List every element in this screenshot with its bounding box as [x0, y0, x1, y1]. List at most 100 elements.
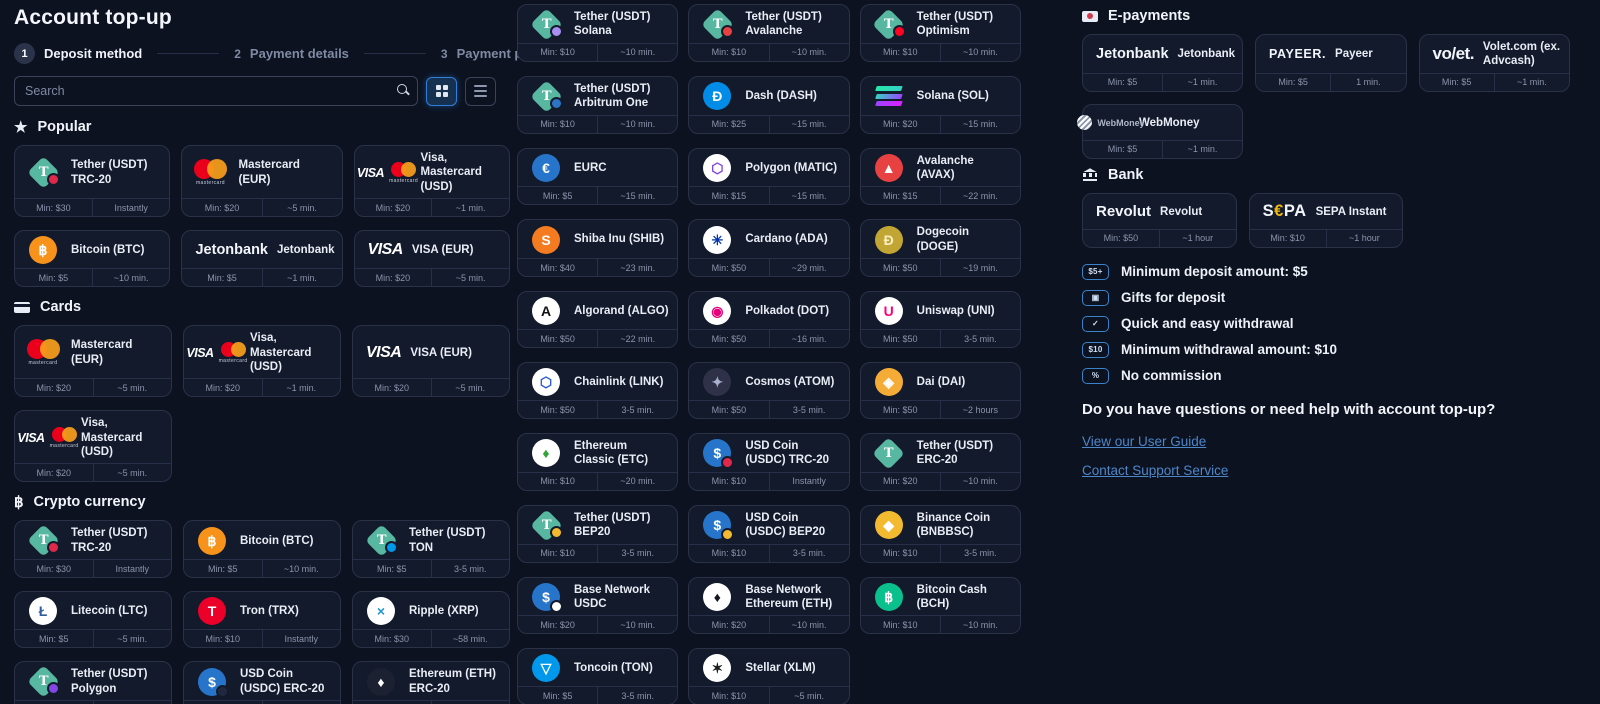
tile-tether-usdt-trc-20[interactable]: TTether (USDT) TRC-20Min: $30Instantly — [14, 145, 170, 217]
step-deposit-method[interactable]: 1 Deposit method — [14, 43, 142, 64]
tile-tether-usdt-trc-20[interactable]: TTether (USDT) TRC-20Min: $30Instantly — [14, 520, 172, 578]
tile-name: Ethereum (ETH) ERC-20 — [409, 667, 504, 696]
tile-visa-eur[interactable]: VISAVISA (EUR)Min: $20~5 min. — [354, 230, 510, 287]
page-title: Account top-up — [14, 6, 510, 30]
step-payment-details[interactable]: 2 Payment details — [234, 46, 349, 61]
tile-name: Binance Coin (BNBBSC) — [917, 511, 1015, 540]
section-header-bank: Bank — [1082, 167, 1570, 183]
tile-polkadot-dot[interactable]: ◉Polkadot (DOT)Min: $50~16 min. — [688, 291, 849, 348]
tile-avalanche-avax[interactable]: ▲Avalanche (AVAX)Min: $15~22 min. — [860, 148, 1021, 206]
tile-tether-usdt-optimism[interactable]: TTether (USDT) OptimismMin: $10~10 min. — [860, 4, 1021, 62]
tile-webmoney[interactable]: WebMoneyWebMoneyMin: $5~1 min. — [1082, 104, 1243, 159]
tile-jetonbank[interactable]: JetonbankJetonbankMin: $5~1 min. — [181, 230, 342, 287]
tile-min-amount: Min: $10 — [1250, 230, 1326, 247]
tile-tether-usdt-avalanche[interactable]: TTether (USDT) AvalancheMin: $10~10 min. — [688, 4, 849, 62]
grid-view-icon — [436, 85, 448, 97]
tile-eurc[interactable]: €EURCMin: $5~15 min. — [517, 148, 678, 206]
tile-processing-time: ~10 min. — [769, 616, 849, 633]
benefit-text: Quick and easy withdrawal — [1121, 316, 1294, 331]
tile-dash-dash[interactable]: ÐDash (DASH)Min: $25~15 min. — [688, 76, 849, 134]
tile-min-amount: Min: $5 — [15, 269, 92, 286]
tile-processing-time: ~5 min. — [93, 630, 172, 647]
base-network-ethereum-eth-icon: ♦ — [689, 583, 745, 611]
tile-chainlink-link[interactable]: ⬡Chainlink (LINK)Min: $503-5 min. — [517, 362, 678, 419]
tile-litecoin-ltc[interactable]: ŁLitecoin (LTC)Min: $5~5 min. — [14, 591, 172, 648]
tile-shiba-inu-shib[interactable]: SShiba Inu (SHIB)Min: $40~23 min. — [517, 219, 678, 277]
tile-name: Dai (DAI) — [917, 375, 968, 389]
tile-name: Bitcoin (BTC) — [240, 534, 315, 548]
tile-tether-usdt-erc-20[interactable]: TTether (USDT) ERC-20Min: $20~10 min. — [860, 433, 1021, 491]
tile-visa-mastercard-usd[interactable]: VISAmastercardVisa, Mastercard (USD)Min:… — [354, 145, 510, 217]
tile-name: VISA (EUR) — [410, 346, 474, 360]
tile-binance-coin-bnbbsc[interactable]: ◆Binance Coin (BNBBSC)Min: $103-5 min. — [860, 505, 1021, 563]
list-view-button[interactable] — [465, 77, 496, 106]
user-guide-link[interactable]: View our User Guide — [1082, 434, 1206, 449]
tile-processing-time: ~29 min. — [769, 259, 849, 276]
tile-processing-time: 1 min. — [1330, 74, 1405, 91]
tile-name: Tron (TRX) — [240, 604, 301, 618]
tile-tron-trx[interactable]: TTron (TRX)Min: $10Instantly — [183, 591, 341, 648]
tile-visa-mastercard-usd[interactable]: VISAmastercardVisa, Mastercard (USD)Min:… — [183, 325, 341, 397]
tile-min-amount: Min: $10 — [518, 44, 597, 61]
tile-volet-com-ex-advcash[interactable]: vo/et.Volet.com (ex. Advcash)Min: $5~1 m… — [1419, 34, 1570, 92]
tile-cardano-ada[interactable]: ✳Cardano (ADA)Min: $50~29 min. — [688, 219, 849, 277]
tile-usd-coin-usdc-trc-20[interactable]: $USD Coin (USDC) TRC-20Min: $10Instantly — [688, 433, 849, 491]
usd-coin-usdc-bep20-icon: $ — [689, 511, 745, 539]
benefit-text: No commission — [1121, 368, 1222, 383]
tile-min-amount: Min: $5 — [1083, 141, 1162, 158]
tile-mastercard-eur[interactable]: mastercardMastercard (EUR)Min: $20~5 min… — [181, 145, 342, 217]
tile-uniswap-uni[interactable]: UUniswap (UNI)Min: $503-5 min. — [860, 291, 1021, 348]
tile-tether-usdt-bep20[interactable]: TTether (USDT) BEP20Min: $103-5 min. — [517, 505, 678, 563]
tile-base-network-usdc[interactable]: $Base Network USDCMin: $20~10 min. — [517, 577, 678, 635]
tile-bitcoin-btc[interactable]: ฿Bitcoin (BTC)Min: $5~10 min. — [183, 520, 341, 578]
tile-name: Tether (USDT) BEP20 — [574, 511, 672, 540]
uniswap-uni-icon: U — [861, 297, 917, 325]
tile-jetonbank[interactable]: JetonbankJetonbankMin: $5~1 min. — [1082, 34, 1243, 92]
tile-usd-coin-usdc-erc-20[interactable]: $USD Coin (USDC) ERC-20Min: $20~10 min. — [183, 661, 341, 704]
tile-polygon-matic[interactable]: ⬡Polygon (MATIC)Min: $15~15 min. — [688, 148, 849, 206]
tile-toncoin-ton[interactable]: ▽Toncoin (TON)Min: $53-5 min. — [517, 648, 678, 704]
tile-dogecoin-doge[interactable]: ÐDogecoin (DOGE)Min: $50~19 min. — [860, 219, 1021, 277]
tile-processing-time: ~5 min. — [431, 269, 509, 286]
tile-tether-usdt-ton[interactable]: TTether (USDT) TONMin: $53-5 min. — [352, 520, 510, 578]
tile-name: USD Coin (USDC) TRC-20 — [745, 439, 843, 468]
tile-min-amount: Min: $50 — [689, 401, 768, 418]
tile-processing-time: 3-5 min. — [769, 401, 849, 418]
tile-base-network-ethereum-eth[interactable]: ♦Base Network Ethereum (ETH)Min: $20~10 … — [688, 577, 849, 635]
tile-stellar-xlm[interactable]: ✶Stellar (XLM)Min: $10~5 min. — [688, 648, 849, 704]
tile-visa-eur[interactable]: VISAVISA (EUR)Min: $20~5 min. — [352, 325, 510, 397]
tile-processing-time: ~23 min. — [597, 259, 677, 276]
search-input[interactable] — [14, 76, 418, 106]
tile-tether-usdt-solana[interactable]: TTether (USDT) SolanaMin: $10~10 min. — [517, 4, 678, 62]
chainlink-link-icon: ⬡ — [518, 368, 574, 396]
tile-tether-usdt-polygon[interactable]: TTether (USDT) PolygonMin: $10~10 min. — [14, 661, 172, 704]
tile-ripple-xrp[interactable]: ×Ripple (XRP)Min: $30~58 min. — [352, 591, 510, 648]
tile-solana-sol[interactable]: Solana (SOL)Min: $20~15 min. — [860, 76, 1021, 134]
section-header-cards: Cards — [14, 299, 510, 315]
tile-tether-usdt-arbitrum-one[interactable]: TTether (USDT) Arbitrum OneMin: $10~10 m… — [517, 76, 678, 134]
grid-view-button[interactable] — [426, 77, 457, 106]
tile-sepa-instant[interactable]: S€PASEPA InstantMin: $10~1 hour — [1249, 193, 1404, 248]
tile-name: Tether (USDT) Arbitrum One — [574, 82, 672, 111]
polygon-matic-icon: ⬡ — [689, 154, 745, 182]
tile-bitcoin-btc[interactable]: ฿Bitcoin (BTC)Min: $5~10 min. — [14, 230, 170, 287]
tile-revolut[interactable]: RevolutRevolutMin: $50~1 hour — [1082, 193, 1237, 248]
tile-bitcoin-cash-bch[interactable]: ฿Bitcoin Cash (BCH)Min: $10~10 min. — [860, 577, 1021, 635]
tile-name: USD Coin (USDC) BEP20 — [745, 511, 843, 540]
tile-algorand-algo[interactable]: AAlgorand (ALGO)Min: $50~22 min. — [517, 291, 678, 348]
tile-usd-coin-usdc-bep20[interactable]: $USD Coin (USDC) BEP20Min: $103-5 min. — [688, 505, 849, 563]
tile-dai-dai[interactable]: ◈Dai (DAI)Min: $50~2 hours — [860, 362, 1021, 419]
tile-visa-mastercard-usd[interactable]: VISAmastercardVisa, Mastercard (USD)Min:… — [14, 410, 172, 482]
support-link[interactable]: Contact Support Service — [1082, 463, 1228, 478]
star-icon: ★ — [14, 120, 27, 135]
tile-min-amount: Min: $10 — [518, 473, 597, 490]
tile-ethereum-classic-etc[interactable]: ♦Ethereum Classic (ETC)Min: $10~20 min. — [517, 433, 678, 491]
tile-cosmos-atom[interactable]: ✦Cosmos (ATOM)Min: $503-5 min. — [688, 362, 849, 419]
tile-mastercard-eur[interactable]: mastercardMastercard (EUR)Min: $20~5 min… — [14, 325, 172, 397]
section-title: Popular — [37, 119, 91, 135]
tile-min-amount: Min: $10 — [689, 473, 768, 490]
tile-payeer[interactable]: PAYEER.PayeerMin: $51 min. — [1255, 34, 1406, 92]
tile-ethereum-eth-erc-20[interactable]: ♦Ethereum (ETH) ERC-20Min: $20~10 min. — [352, 661, 510, 704]
tile-name: Dogecoin (DOGE) — [917, 225, 1015, 254]
tile-name: Bitcoin Cash (BCH) — [917, 583, 1015, 612]
